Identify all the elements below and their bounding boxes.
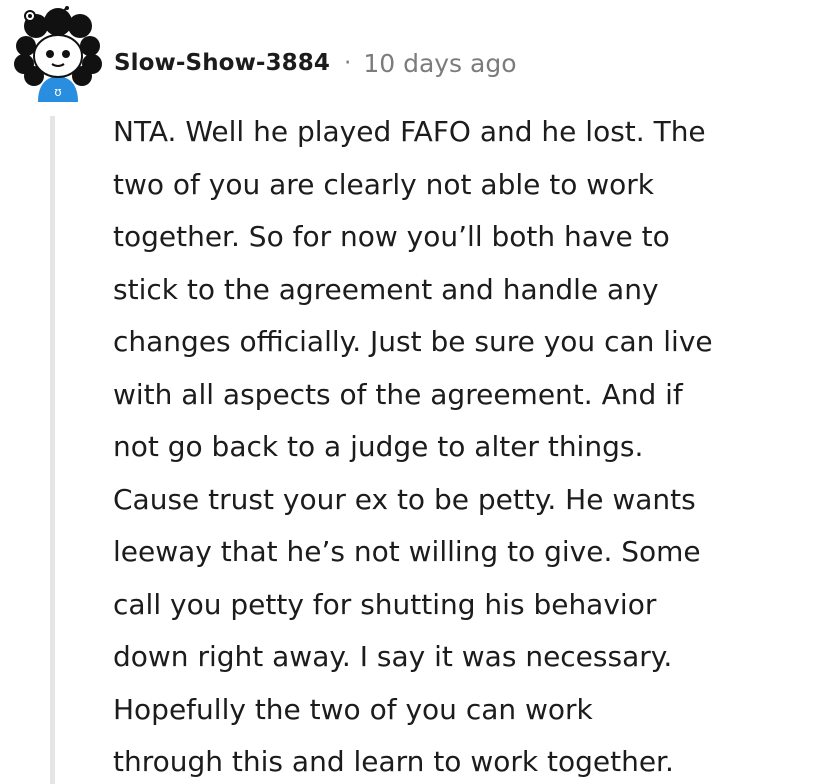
comment-text-line: down right away. I say it was necessary. bbox=[113, 640, 673, 673]
comment-text-line: together. So for now you’ll both have to bbox=[113, 220, 670, 253]
comment-text-line: stick to the agreement and handle any bbox=[113, 272, 659, 306]
thread-collapse-line[interactable] bbox=[50, 116, 55, 784]
comment: ʊ Slow-Show-3884 · 10 days ago NTA. Well… bbox=[0, 0, 822, 784]
comment-text-line: changes officially. Just be sure you can… bbox=[113, 325, 713, 358]
comment-text-line: NTA. Well he played FAFO and he lost. Th… bbox=[113, 115, 706, 148]
comment-text-line: two of you are clearly not able to work bbox=[113, 167, 655, 201]
comment-text-line: Hopefully the two of you can work bbox=[113, 692, 593, 726]
comment-text-line: Cause trust your ex to be petty. He want… bbox=[113, 482, 696, 516]
meta-separator: · bbox=[344, 50, 352, 76]
snoo-avatar-icon: ʊ bbox=[14, 6, 102, 102]
user-avatar[interactable]: ʊ bbox=[14, 6, 104, 102]
comment-header: Slow-Show-3884 · 10 days ago bbox=[114, 43, 517, 83]
username-link[interactable]: Slow-Show-3884 bbox=[114, 50, 330, 76]
comment-text-line: with all aspects of the agreement. And i… bbox=[113, 377, 683, 411]
comment-text-line: leeway that he’s not willing to give. So… bbox=[113, 535, 701, 568]
comment-text-line: not go back to a judge to alter things. bbox=[113, 430, 644, 463]
svg-text:ʊ: ʊ bbox=[54, 85, 61, 99]
comment-body: NTA. Well he played FAFO and he lost. Th… bbox=[113, 106, 813, 784]
comment-timestamp[interactable]: 10 days ago bbox=[363, 49, 516, 78]
comment-text-line: call you petty for shutting his behavior bbox=[113, 587, 657, 621]
comment-text-line: through this and learn to work together. bbox=[113, 745, 674, 778]
